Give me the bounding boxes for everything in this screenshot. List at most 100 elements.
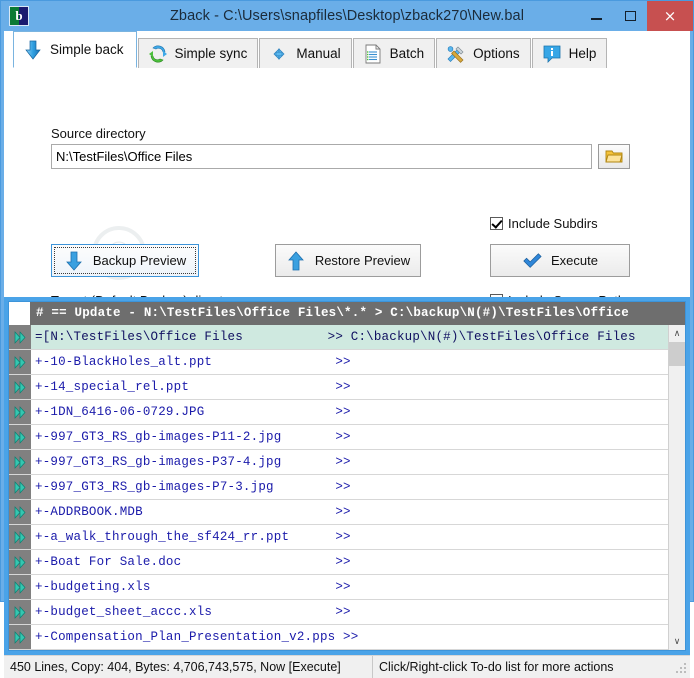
table-row[interactable]: +-997_GT3_RS_gb-images-P11-2.jpg >> bbox=[9, 425, 668, 450]
row-action-gutter[interactable] bbox=[9, 375, 31, 399]
source-browse-button[interactable] bbox=[598, 144, 630, 169]
window-controls: × bbox=[579, 1, 693, 31]
table-row[interactable]: +-ADDRBOOK.MDB >> bbox=[9, 500, 668, 525]
tab-label: Batch bbox=[389, 46, 425, 61]
row-action-gutter[interactable] bbox=[9, 425, 31, 449]
status-summary: 450 Lines, Copy: 404, Bytes: 4,706,743,5… bbox=[4, 656, 373, 678]
table-row[interactable]: +-a_walk_through_the_sf424_rr.ppt >> bbox=[9, 525, 668, 550]
double-chevron-right-icon bbox=[14, 405, 25, 419]
application-window: b Zback - C:\Users\snapfiles\Desktop\zba… bbox=[0, 0, 694, 678]
down-arrow-icon bbox=[66, 251, 82, 271]
simple-backup-form: © Source directory Include Subdirs Backu… bbox=[4, 68, 690, 297]
minimize-icon bbox=[590, 18, 602, 20]
double-chevron-right-icon bbox=[14, 505, 25, 519]
source-directory-input[interactable] bbox=[51, 144, 592, 169]
row-text: +-997_GT3_RS_gb-images-P7-3.jpg >> bbox=[35, 480, 351, 494]
include-source-path-checkbox[interactable]: Include Source Path bbox=[490, 293, 625, 297]
up-arrow-icon bbox=[287, 250, 304, 270]
double-chevron-right-icon bbox=[14, 430, 25, 444]
left-right-arrow-icon bbox=[273, 47, 285, 60]
scroll-up-button[interactable]: ∧ bbox=[669, 325, 685, 342]
double-chevron-right-icon bbox=[14, 455, 25, 469]
scroll-down-button[interactable]: ∨ bbox=[669, 633, 685, 650]
tab-simple-sync[interactable]: Simple sync bbox=[137, 38, 259, 68]
down-arrow-icon bbox=[25, 40, 41, 60]
row-action-gutter[interactable] bbox=[9, 525, 31, 549]
tab-options[interactable]: Options bbox=[436, 38, 531, 68]
execute-button[interactable]: Execute bbox=[490, 244, 630, 277]
row-text: +-Boat For Sale.doc >> bbox=[35, 555, 351, 569]
include-source-path-label: Include Source Path bbox=[508, 293, 625, 297]
double-chevron-right-icon bbox=[14, 330, 25, 344]
include-subdirs-label: Include Subdirs bbox=[508, 216, 598, 231]
row-text: +-ADDRBOOK.MDB >> bbox=[35, 505, 351, 519]
row-text: +-a_walk_through_the_sf424_rr.ppt >> bbox=[35, 530, 351, 544]
row-action-gutter[interactable] bbox=[9, 325, 31, 349]
todo-list-header-corner bbox=[9, 302, 31, 325]
tab-help[interactable]: Help bbox=[531, 38, 608, 68]
table-row[interactable]: +-1DN_6416-06-0729.JPG >> bbox=[9, 400, 668, 425]
tab-batch[interactable]: Batch bbox=[352, 38, 436, 68]
double-chevron-right-icon bbox=[14, 580, 25, 594]
todo-list[interactable]: # == Update - N:\TestFiles\Office Files\… bbox=[8, 301, 686, 651]
table-row[interactable]: +-budget_sheet_accc.xls >> bbox=[9, 600, 668, 625]
row-action-gutter[interactable] bbox=[9, 600, 31, 624]
row-text: +-budgeting.xls >> bbox=[35, 580, 351, 594]
status-hint: Click/Right-click To-do list for more ac… bbox=[379, 660, 614, 674]
include-subdirs-checkbox[interactable]: Include Subdirs bbox=[490, 216, 598, 231]
maximize-button[interactable] bbox=[613, 1, 647, 31]
table-row[interactable]: +-10-BlackHoles_alt.ppt >> bbox=[9, 350, 668, 375]
row-action-gutter[interactable] bbox=[9, 575, 31, 599]
checkmark-icon bbox=[523, 252, 542, 268]
todo-list-scrollbar[interactable]: ∧ ∨ bbox=[668, 325, 685, 650]
row-action-gutter[interactable] bbox=[9, 475, 31, 499]
row-action-gutter[interactable] bbox=[9, 400, 31, 424]
row-action-gutter[interactable] bbox=[9, 450, 31, 474]
execute-label: Execute bbox=[551, 253, 598, 268]
row-action-gutter[interactable] bbox=[9, 550, 31, 574]
status-bar: 450 Lines, Copy: 404, Bytes: 4,706,743,5… bbox=[4, 655, 690, 678]
row-action-gutter[interactable] bbox=[9, 625, 31, 649]
include-source-path-checkbox-box[interactable] bbox=[490, 294, 503, 297]
todo-list-header-text: # == Update - N:\TestFiles\Office Files\… bbox=[36, 306, 629, 320]
sync-refresh-icon bbox=[148, 45, 167, 62]
row-text: +-budget_sheet_accc.xls >> bbox=[35, 605, 351, 619]
table-row[interactable]: +-budgeting.xls >> bbox=[9, 575, 668, 600]
todo-list-header: # == Update - N:\TestFiles\Office Files\… bbox=[9, 302, 685, 325]
tab-label: Options bbox=[473, 46, 520, 61]
row-text: +-10-BlackHoles_alt.ppt >> bbox=[35, 355, 351, 369]
table-row[interactable]: =[N:\TestFiles\Office Files >> C:\backup… bbox=[9, 325, 668, 350]
source-directory-label: Source directory bbox=[51, 126, 146, 141]
row-action-gutter[interactable] bbox=[9, 350, 31, 374]
tab-manual[interactable]: Manual bbox=[259, 38, 352, 68]
backup-preview-label: Backup Preview bbox=[92, 253, 187, 268]
scrollbar-thumb[interactable] bbox=[669, 342, 685, 366]
double-chevron-right-icon bbox=[14, 530, 25, 544]
table-row[interactable]: +-Compensation_Plan_Presentation_v2.pps … bbox=[9, 625, 668, 650]
maximize-icon bbox=[624, 11, 636, 21]
row-text: +-14_special_rel.ppt >> bbox=[35, 380, 351, 394]
scrollbar-track[interactable] bbox=[669, 342, 685, 633]
minimize-button[interactable] bbox=[579, 1, 613, 31]
include-subdirs-checkbox-box[interactable] bbox=[490, 217, 503, 230]
todo-list-body: =[N:\TestFiles\Office Files >> C:\backup… bbox=[9, 325, 685, 650]
table-row[interactable]: +-997_GT3_RS_gb-images-P7-3.jpg >> bbox=[9, 475, 668, 500]
double-chevron-right-icon bbox=[14, 555, 25, 569]
row-action-gutter[interactable] bbox=[9, 500, 31, 524]
double-chevron-right-icon bbox=[14, 380, 25, 394]
tab-label: Help bbox=[568, 46, 597, 61]
double-chevron-right-icon bbox=[14, 630, 25, 644]
backup-preview-button[interactable]: Backup Preview bbox=[51, 244, 199, 277]
table-row[interactable]: +-14_special_rel.ppt >> bbox=[9, 375, 668, 400]
table-row[interactable]: +-Boat For Sale.doc >> bbox=[9, 550, 668, 575]
resize-grip[interactable] bbox=[674, 662, 688, 676]
table-row[interactable]: +-997_GT3_RS_gb-images-P37-4.jpg >> bbox=[9, 450, 668, 475]
tab-label: Simple sync bbox=[174, 46, 248, 61]
todo-list-panel: # == Update - N:\TestFiles\Office Files\… bbox=[4, 297, 690, 655]
info-balloon-icon bbox=[543, 45, 561, 63]
tab-simple-back[interactable]: Simple back bbox=[13, 31, 137, 68]
close-button[interactable]: × bbox=[647, 1, 693, 31]
tab-label: Simple back bbox=[50, 42, 124, 57]
restore-preview-button[interactable]: Restore Preview bbox=[275, 244, 421, 277]
tab-bar: Simple back Simple sync Manual Batch Opt… bbox=[4, 31, 690, 68]
